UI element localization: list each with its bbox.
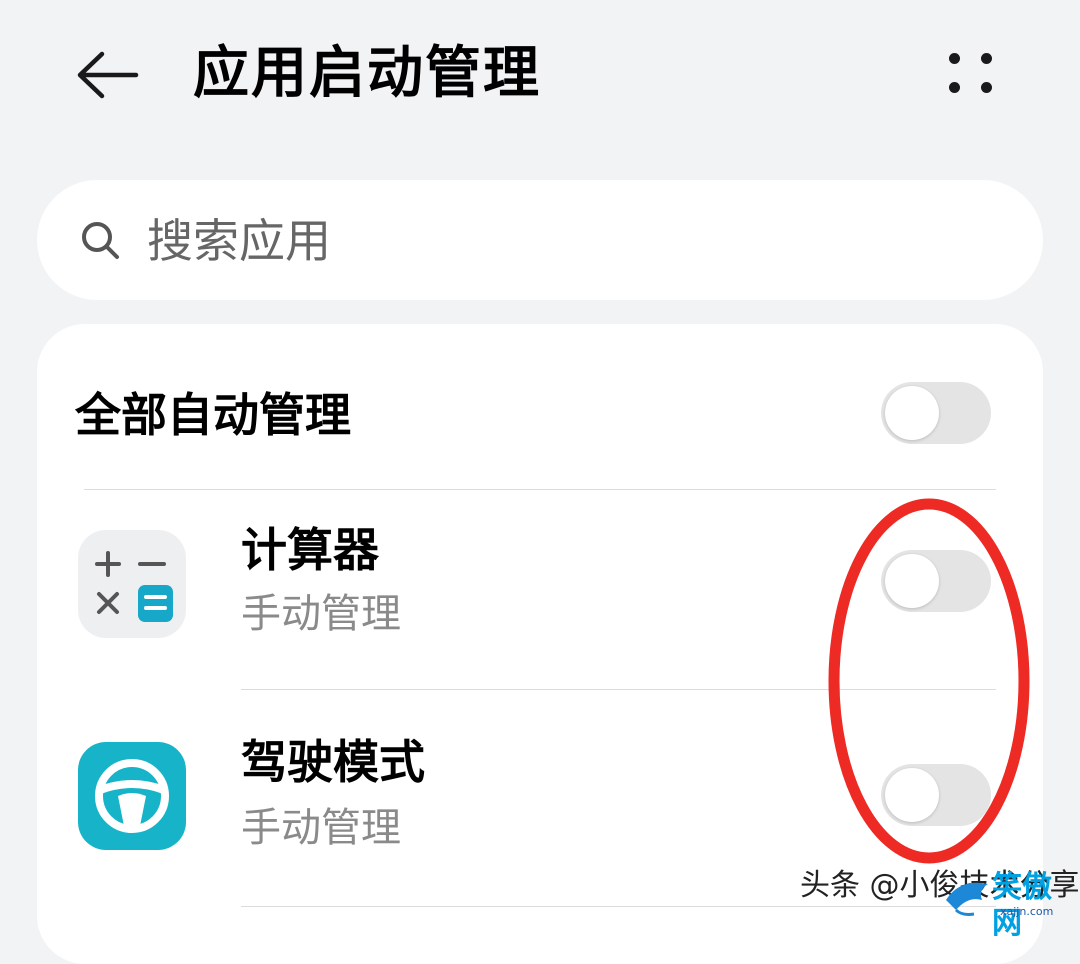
toggle-knob xyxy=(885,768,939,822)
divider xyxy=(241,906,996,907)
steering-wheel-icon xyxy=(78,742,186,850)
search-input[interactable] xyxy=(145,202,1009,280)
title-bar: 应用启动管理 xyxy=(0,0,1080,150)
more-dots-icon xyxy=(949,53,960,64)
page-title: 应用启动管理 xyxy=(193,41,541,106)
back-button[interactable] xyxy=(70,40,150,110)
calculator-toggle[interactable] xyxy=(881,550,991,612)
app-mode: 手动管理 xyxy=(241,805,401,851)
search-bar[interactable] xyxy=(37,180,1043,300)
site-domain: xajjn.com xyxy=(1000,905,1054,918)
all-auto-manage-label: 全部自动管理 xyxy=(75,388,351,442)
list-item-driving-mode[interactable]: 驾驶模式 手动管理 xyxy=(37,690,1043,890)
shark-logo-icon xyxy=(946,882,988,916)
list-item-calculator[interactable]: 计算器 手动管理 xyxy=(37,490,1043,690)
all-auto-manage-row: 全部自动管理 xyxy=(37,324,1043,490)
arrow-left-icon xyxy=(77,51,139,99)
app-name: 计算器 xyxy=(241,523,379,577)
app-name: 驾驶模式 xyxy=(241,735,425,789)
driving-mode-toggle[interactable] xyxy=(881,764,991,826)
search-icon xyxy=(82,222,119,259)
app-mode: 手动管理 xyxy=(241,591,401,637)
more-options-button[interactable] xyxy=(935,40,1005,110)
all-auto-manage-toggle[interactable] xyxy=(881,382,991,444)
calculator-icon xyxy=(78,530,186,638)
toggle-knob xyxy=(885,386,939,440)
toggle-knob xyxy=(885,554,939,608)
site-logo: 笑傲网 xajjn.com xyxy=(942,868,1080,941)
